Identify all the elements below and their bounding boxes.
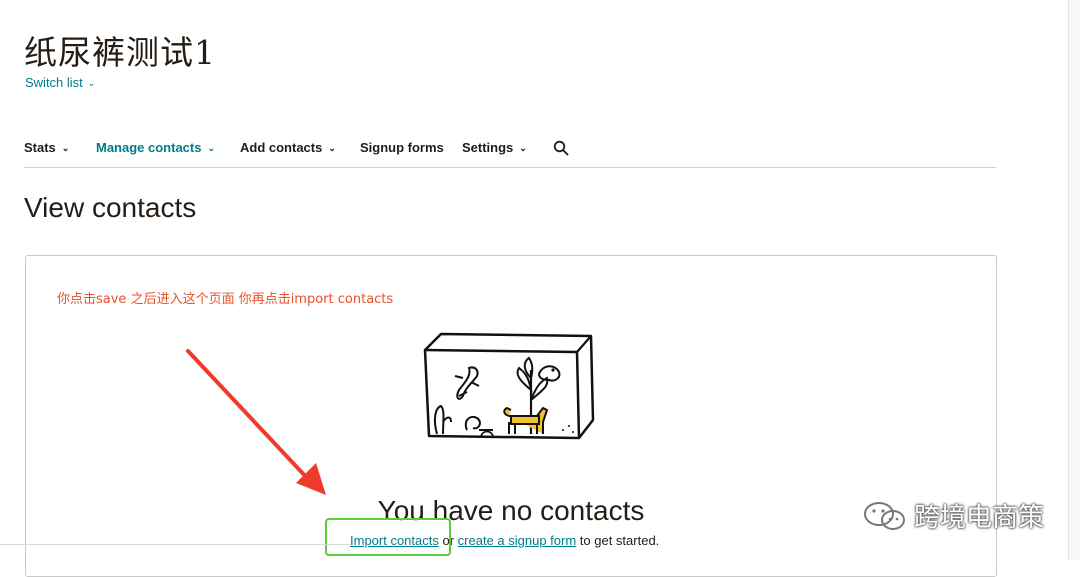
nav-add-contacts-label: Add contacts xyxy=(240,140,323,155)
chevron-down-icon: ⌄ xyxy=(519,143,527,153)
chevron-down-icon: ⌄ xyxy=(87,78,96,88)
wechat-icon xyxy=(864,501,905,530)
create-signup-form-link[interactable]: create a signup form xyxy=(458,533,577,548)
nav-settings[interactable]: Settings ⌄ xyxy=(462,140,527,155)
terrarium-illustration xyxy=(423,332,595,440)
nav-signup-forms-label: Signup forms xyxy=(360,140,444,155)
nav-manage-contacts[interactable]: Manage contacts ⌄ xyxy=(96,140,215,155)
annotation-arrow-icon xyxy=(186,349,326,495)
vertical-scrollbar[interactable] xyxy=(1068,0,1080,560)
switch-list-button[interactable]: Switch list ⌄ xyxy=(25,75,95,90)
list-nav-bar: Stats ⌄ Manage contacts ⌄ Add contacts ⌄… xyxy=(24,132,996,168)
switch-list-label: Switch list xyxy=(25,75,83,90)
nav-settings-label: Settings xyxy=(462,140,514,155)
nav-signup-forms[interactable]: Signup forms xyxy=(360,140,444,155)
chevron-down-icon: ⌄ xyxy=(207,143,216,153)
nav-stats-label: Stats xyxy=(24,140,56,155)
cta-suffix-text: to get started. xyxy=(576,533,660,548)
bottom-divider xyxy=(0,544,350,545)
import-contacts-highlight xyxy=(325,518,451,556)
nav-stats[interactable]: Stats ⌄ xyxy=(24,140,69,155)
search-icon[interactable] xyxy=(553,140,569,156)
annotation-text: 你点击save 之后进入这个页面 你再点击import contacts xyxy=(57,292,394,307)
chevron-down-icon: ⌄ xyxy=(328,143,336,153)
page-title: View contacts xyxy=(24,192,197,223)
nav-manage-contacts-label: Manage contacts xyxy=(96,140,202,155)
list-title: 纸尿裤测试1 xyxy=(24,33,216,72)
watermark-text: 跨境电商策 xyxy=(914,503,1045,533)
nav-add-contacts[interactable]: Add contacts ⌄ xyxy=(240,140,336,155)
watermark: 跨境电商策 xyxy=(862,497,1044,534)
chevron-down-icon: ⌄ xyxy=(61,143,70,153)
